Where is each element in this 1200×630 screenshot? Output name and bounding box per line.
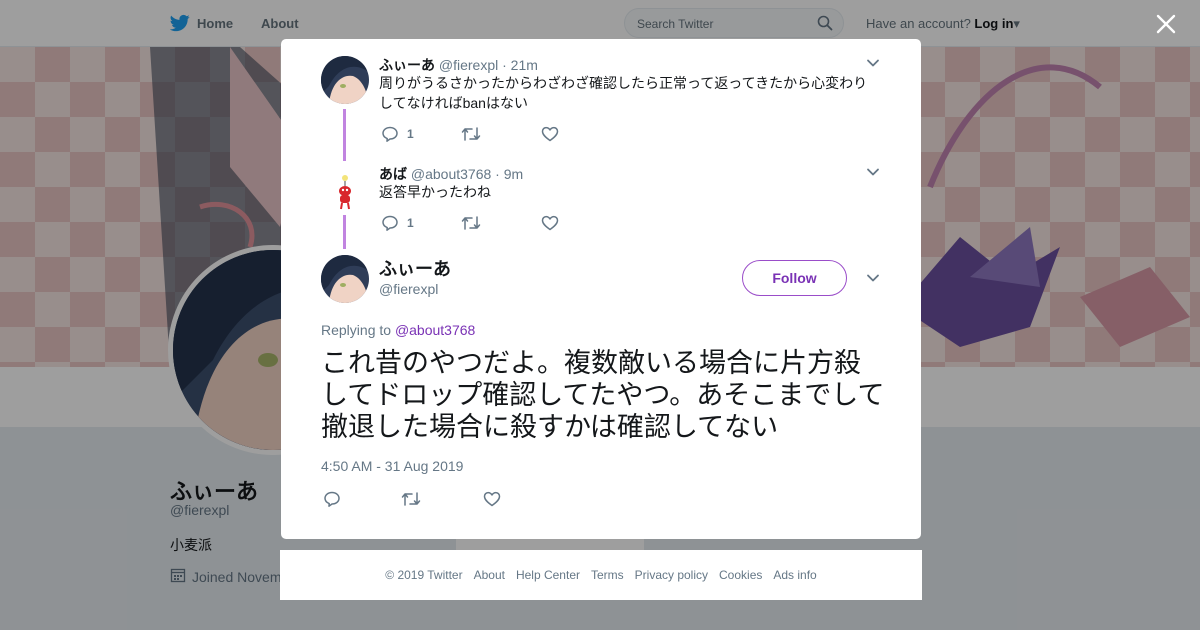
footer-link-ads-info[interactable]: Ads info: [773, 568, 816, 582]
caret-down-icon[interactable]: [865, 270, 881, 286]
thread-connector: [343, 109, 346, 161]
main-tweet-author-handle[interactable]: @fierexpl: [379, 281, 438, 297]
reply-button[interactable]: 1: [381, 214, 414, 232]
footer-link-privacy[interactable]: Privacy policy: [635, 568, 708, 582]
tweet-author-handle[interactable]: @fierexpl: [439, 57, 498, 73]
tweet-permalink-modal: ふぃーあ @fierexpl · 21m 周りがうるさかったからわざわざ確認した…: [281, 39, 921, 539]
tweet-time[interactable]: · 21m: [502, 57, 538, 73]
thread-connector: [343, 215, 346, 249]
retweet-button[interactable]: [401, 490, 421, 508]
reply-count: 1: [407, 127, 414, 141]
tweet-author-name[interactable]: ふぃーあ: [379, 57, 435, 73]
footer: © 2019 Twitter About Help Center Terms P…: [280, 550, 922, 600]
like-button[interactable]: [541, 125, 559, 143]
caret-down-icon[interactable]: [865, 164, 881, 180]
follow-button[interactable]: Follow: [742, 260, 847, 296]
tweet-text: 周りがうるさかったからわざわざ確認したら正常って返ってきたから心変わりしてなけれ…: [379, 75, 868, 111]
reply-icon: [382, 215, 398, 231]
replying-prefix: Replying to: [321, 322, 392, 338]
main-tweet-author-name[interactable]: ふぃーあ: [379, 255, 451, 281]
retweet-icon: [461, 216, 481, 230]
tweet-author-handle[interactable]: @about3768: [411, 166, 491, 182]
like-icon: [541, 215, 559, 231]
footer-link-help-center[interactable]: Help Center: [516, 568, 580, 582]
retweet-icon: [401, 492, 421, 506]
retweet-button[interactable]: [461, 125, 481, 143]
replying-to-link[interactable]: @about3768: [395, 322, 475, 338]
replying-to: Replying to @about3768: [321, 322, 475, 338]
retweet-button[interactable]: [461, 214, 481, 232]
main-tweet-timestamp[interactable]: 4:50 AM - 31 Aug 2019: [321, 458, 463, 474]
main-tweet-text: これ昔のやつだよ。複数敵いる場合に片方殺してドロップ確認してたやつ。あそこまでし…: [321, 348, 885, 442]
main-tweet-actions: [323, 490, 623, 510]
tweet-avatar[interactable]: [321, 164, 369, 212]
reply-button[interactable]: 1: [381, 125, 414, 143]
like-button[interactable]: [541, 214, 559, 232]
reply-icon: [324, 491, 340, 507]
retweet-icon: [461, 127, 481, 141]
footer-link-terms[interactable]: Terms: [591, 568, 624, 582]
like-button[interactable]: [483, 490, 501, 508]
tweet-header: あば @about3768 · 9m: [379, 164, 523, 184]
caret-down-icon[interactable]: [865, 55, 881, 71]
close-icon[interactable]: [1154, 12, 1178, 36]
reply-count: 1: [407, 216, 414, 230]
reply-icon: [382, 126, 398, 142]
footer-copyright: © 2019 Twitter: [385, 568, 463, 582]
tweet-time[interactable]: · 9m: [495, 166, 523, 182]
like-icon: [483, 491, 501, 507]
main-tweet-avatar[interactable]: [321, 255, 369, 303]
tweet-header: ふぃーあ @fierexpl · 21m: [379, 55, 538, 75]
footer-link-cookies[interactable]: Cookies: [719, 568, 762, 582]
tweet-author-name[interactable]: あば: [379, 166, 407, 182]
tweet-text: 返答早かったわね: [379, 184, 491, 200]
tweet-avatar[interactable]: [321, 56, 369, 104]
footer-link-about[interactable]: About: [474, 568, 505, 582]
like-icon: [541, 126, 559, 142]
reply-button[interactable]: [323, 490, 341, 508]
